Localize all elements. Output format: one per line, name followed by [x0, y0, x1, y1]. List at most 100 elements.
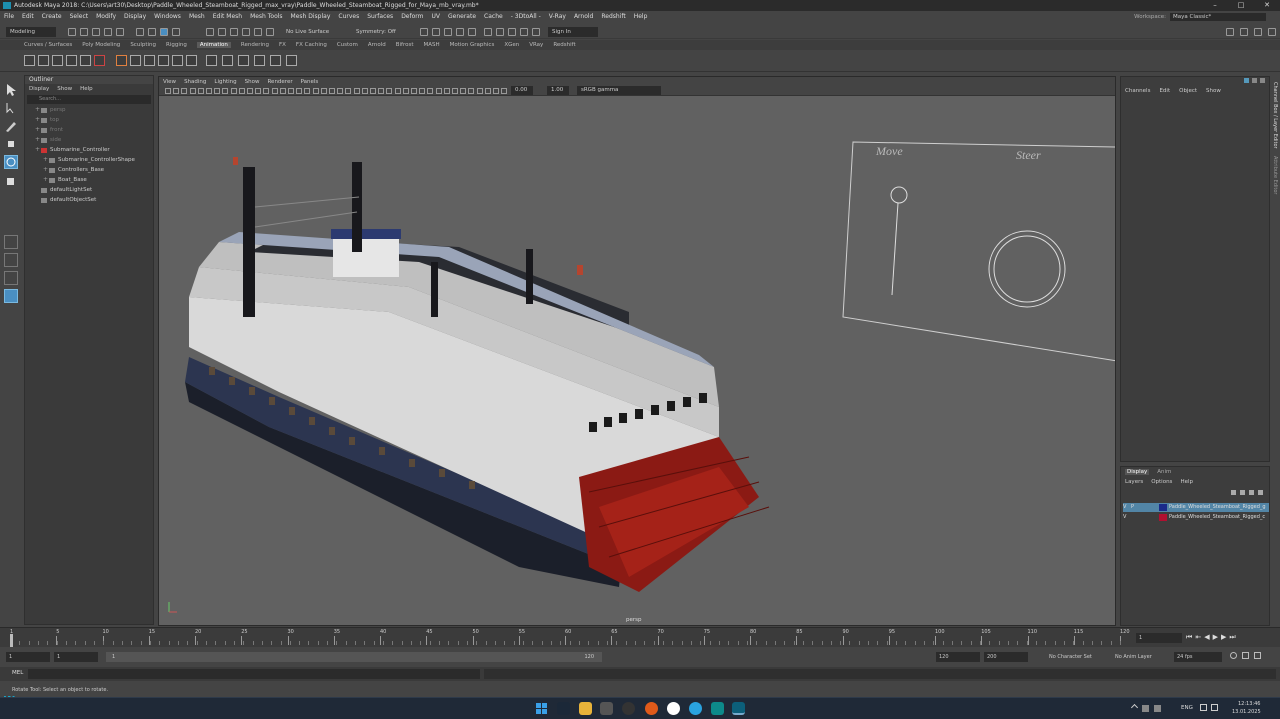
viewport-tool-icon[interactable]: [255, 88, 262, 94]
play-icon[interactable]: ▶: [1213, 633, 1218, 642]
layer-tab-display[interactable]: Display: [1125, 469, 1150, 475]
menu-mesh[interactable]: Mesh: [189, 13, 205, 20]
shelf-icon-9[interactable]: [144, 55, 155, 66]
shelf-tab-fx-caching[interactable]: FX Caching: [296, 42, 327, 48]
shelf-tab-sculpting[interactable]: Sculpting: [130, 42, 156, 48]
browser-icon[interactable]: [645, 702, 658, 715]
outliner-item[interactable]: defaultObjectSet: [35, 195, 153, 205]
toggle-modeling-toolkit-icon[interactable]: [1226, 28, 1234, 36]
redo-icon[interactable]: [116, 28, 124, 36]
viewport-tool-icon[interactable]: [501, 88, 508, 94]
select-object-icon[interactable]: [148, 28, 156, 36]
3dsmax-icon[interactable]: [711, 702, 724, 715]
viewport-tool-icon[interactable]: [411, 88, 417, 94]
time-slider[interactable]: 1 5 10 15 20 25 30 35 40 45 50 55 60 65 70 75 80 85 90 95 10…: [0, 627, 1280, 647]
menu-cache[interactable]: Cache: [484, 13, 503, 20]
layer-visibility-toggle[interactable]: V: [1123, 503, 1131, 512]
menu-deform[interactable]: Deform: [401, 13, 423, 20]
select-component-icon[interactable]: [160, 28, 168, 36]
channel-box-menu-channels[interactable]: Channels: [1125, 88, 1150, 94]
snap-grid-icon[interactable]: [172, 28, 180, 36]
shelf-icon-14[interactable]: [222, 55, 233, 66]
shelf-icon-4[interactable]: [66, 55, 77, 66]
shelf-icon-13[interactable]: [206, 55, 217, 66]
snap-view-icon[interactable]: [254, 28, 262, 36]
menu-curves[interactable]: Curves: [338, 13, 359, 20]
viewport-menu-view[interactable]: View: [163, 79, 176, 85]
arnold-icon[interactable]: [508, 28, 516, 36]
layer-move-down-icon[interactable]: [1240, 490, 1245, 495]
menu-uv[interactable]: UV: [432, 13, 441, 20]
undo-icon[interactable]: [104, 28, 112, 36]
scene-view[interactable]: Move Steer: [159, 97, 1116, 626]
viewport-tool-icon[interactable]: [443, 88, 450, 94]
channel-box-menu-show[interactable]: Show: [1206, 88, 1221, 94]
new-scene-icon[interactable]: [68, 28, 76, 36]
snap-point-icon[interactable]: [218, 28, 226, 36]
current-frame-field[interactable]: 1: [1136, 633, 1182, 643]
viewport-tool-icon[interactable]: [230, 88, 237, 94]
redshift-icon[interactable]: [520, 28, 528, 36]
layer-menu-options[interactable]: Options: [1151, 479, 1172, 485]
fps-dropdown[interactable]: 24 fps: [1174, 652, 1222, 662]
outliner-item[interactable]: + persp: [35, 105, 153, 115]
ipr-render-icon[interactable]: [432, 28, 440, 36]
toggle-attribute-editor-icon[interactable]: [1240, 28, 1248, 36]
shelf-tab-rendering[interactable]: Rendering: [241, 42, 269, 48]
layer-playback-toggle[interactable]: P: [1131, 503, 1143, 512]
outliner-item[interactable]: + Boat_Base: [35, 175, 153, 185]
viewport-tool-icon[interactable]: [378, 88, 385, 94]
outliner-menu-show[interactable]: Show: [57, 86, 72, 92]
exposure-field[interactable]: 0.00: [511, 86, 533, 95]
viewport-tool-icon[interactable]: [312, 88, 319, 94]
maximize-icon[interactable]: □: [1228, 0, 1254, 11]
outliner-layout-icon[interactable]: [4, 289, 18, 303]
minimize-icon[interactable]: –: [1202, 0, 1228, 11]
go-to-end-icon[interactable]: ⏭: [1229, 633, 1235, 642]
viewport-tool-icon[interactable]: [419, 88, 426, 94]
vray-icon[interactable]: [496, 28, 504, 36]
menu-surfaces[interactable]: Surfaces: [367, 13, 393, 20]
layer-row[interactable]: V Paddle_Wheeled_Steamboat_Rigged_c: [1123, 513, 1269, 522]
shelf-icon-15[interactable]: [238, 55, 249, 66]
network-icon[interactable]: [1200, 704, 1207, 711]
menu-help[interactable]: Help: [634, 13, 648, 20]
snap-curve-icon[interactable]: [206, 28, 214, 36]
viewport-tool-icon[interactable]: [452, 88, 458, 94]
viewport-tool-icon[interactable]: [214, 88, 221, 94]
viewport-tool-icon[interactable]: [279, 88, 286, 94]
outliner-search[interactable]: Search...: [27, 95, 151, 104]
menu-generate[interactable]: Generate: [448, 13, 476, 20]
shelf-icon-16[interactable]: [254, 55, 265, 66]
channel-box-menu-object[interactable]: Object: [1179, 88, 1197, 94]
shelf-tab-poly-modeling[interactable]: Poly Modeling: [82, 42, 120, 48]
shelf-tab-curves-surfaces[interactable]: Curves / Surfaces: [24, 42, 72, 48]
viewport-tool-icon[interactable]: [288, 88, 294, 94]
viewport-tool-icon[interactable]: [386, 88, 393, 94]
viewport-tool-icon[interactable]: [320, 88, 327, 94]
render-icon[interactable]: [420, 28, 428, 36]
end-time-field[interactable]: 200: [984, 652, 1028, 662]
persp-outliner-layout-icon[interactable]: [4, 271, 18, 285]
shelf-icon-2[interactable]: [38, 55, 49, 66]
outliner-item[interactable]: + top: [35, 115, 153, 125]
menu-windows[interactable]: Windows: [154, 13, 181, 20]
outliner-item[interactable]: + side: [35, 135, 153, 145]
snap-plane-icon[interactable]: [230, 28, 238, 36]
shelf-icon-10[interactable]: [158, 55, 169, 66]
viewport-tool-icon[interactable]: [304, 88, 311, 94]
viewport-menu-show[interactable]: Show: [245, 79, 260, 85]
layer-menu-help[interactable]: Help: [1180, 479, 1193, 485]
attribute-editor-tab[interactable]: Attribute Editor: [1272, 156, 1278, 194]
menu-select[interactable]: Select: [70, 13, 89, 20]
start-time-field[interactable]: 1: [6, 652, 50, 662]
toggle-tool-settings-icon[interactable]: [1254, 28, 1262, 36]
set-key-icon[interactable]: [116, 55, 127, 66]
viewport-tool-icon[interactable]: [189, 88, 196, 94]
layer-color-swatch[interactable]: [1159, 514, 1167, 521]
viewport-tool-icon[interactable]: [460, 88, 467, 94]
menu-redshift[interactable]: Redshift: [601, 13, 625, 20]
paint-select-tool-icon[interactable]: [4, 119, 18, 133]
viewport-tool-icon[interactable]: [468, 88, 475, 94]
save-scene-icon[interactable]: [92, 28, 100, 36]
